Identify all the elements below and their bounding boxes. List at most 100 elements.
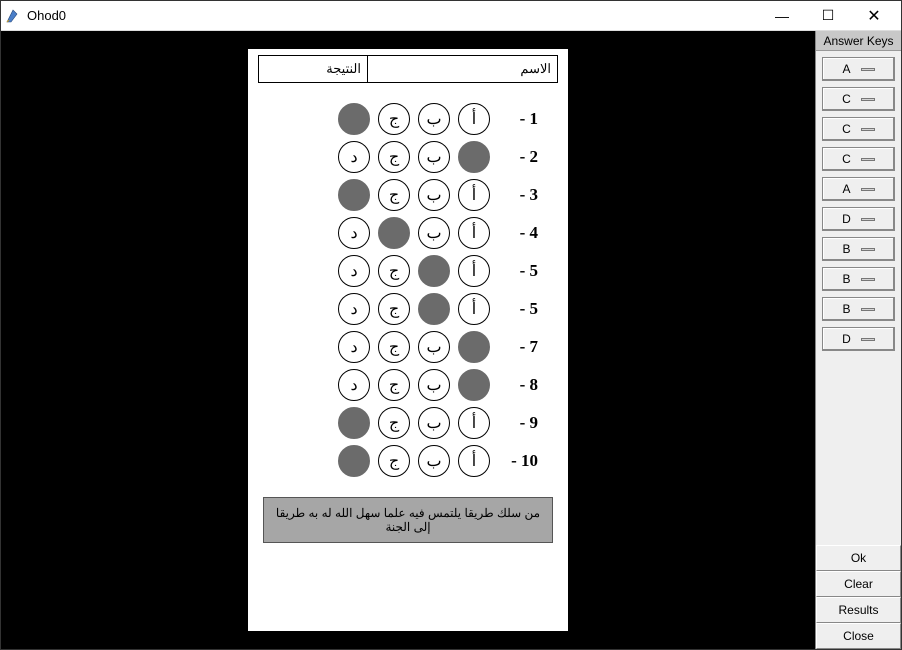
bubble-option[interactable]: ب: [418, 445, 450, 477]
bubble-option[interactable]: ب: [418, 407, 450, 439]
close-button[interactable]: ✕: [851, 1, 897, 31]
bubble-option[interactable]: ج: [378, 407, 410, 439]
row-number: - 8: [498, 375, 538, 395]
bubble-option[interactable]: ب: [418, 293, 450, 325]
bubble-option[interactable]: د: [338, 445, 370, 477]
bubble-row: دجبأ- 10: [278, 445, 538, 477]
bubble-option[interactable]: أ: [458, 293, 490, 325]
minimize-button[interactable]: —: [759, 1, 805, 31]
bubble-option[interactable]: أ: [458, 141, 490, 173]
bubble-option[interactable]: د: [338, 407, 370, 439]
bubble-option[interactable]: ج: [378, 331, 410, 363]
answer-key-label: B: [842, 272, 850, 286]
bubble-option[interactable]: ج: [378, 369, 410, 401]
bubble-option[interactable]: أ: [458, 103, 490, 135]
bubble-option[interactable]: ج: [378, 141, 410, 173]
bubble-row: دجبأ - 4: [278, 217, 538, 249]
answer-key-dropdown[interactable]: A: [822, 57, 895, 81]
answer-key-label: A: [842, 62, 850, 76]
bubble-option[interactable]: ب: [418, 369, 450, 401]
dropdown-icon: [861, 68, 875, 71]
bubble-option[interactable]: ج: [378, 293, 410, 325]
row-number: - 5: [498, 299, 538, 319]
content-area: النتيجة الاسم دجبأ- 1دجبأ- 2دجبأ- 3دجبأ-…: [1, 31, 901, 649]
name-cell: الاسم: [368, 55, 558, 83]
clear-button[interactable]: Clear: [816, 571, 901, 597]
bubble-option[interactable]: د: [338, 179, 370, 211]
results-button[interactable]: Results: [816, 597, 901, 623]
bubble-option[interactable]: د: [338, 293, 370, 325]
answer-key-dropdown[interactable]: B: [822, 297, 895, 321]
answer-key-label: C: [842, 92, 851, 106]
bubble-row: دجبأ- 7: [278, 331, 538, 363]
answer-key-dropdown[interactable]: B: [822, 267, 895, 291]
dropdown-icon: [861, 278, 875, 281]
row-number: - 4: [498, 223, 538, 243]
bubble-option[interactable]: أ: [458, 331, 490, 363]
answer-key-dropdown[interactable]: A: [822, 177, 895, 201]
close-action-button[interactable]: Close: [816, 623, 901, 649]
close-icon: ✕: [867, 6, 880, 26]
bubble-option[interactable]: أ: [458, 407, 490, 439]
bubble-option[interactable]: د: [338, 255, 370, 287]
bubble-row: دجبأ - 5: [278, 293, 538, 325]
row-number: - 9: [498, 413, 538, 433]
bubble-option[interactable]: ج: [378, 217, 410, 249]
answer-key-dropdown[interactable]: B: [822, 237, 895, 261]
row-number: - 1: [498, 109, 538, 129]
answer-key-label: D: [842, 332, 851, 346]
quote-box: من سلك طريقا يلتمس فيه علما سهل الله له …: [263, 497, 553, 543]
answer-key-label: D: [842, 212, 851, 226]
bubble-option[interactable]: د: [338, 369, 370, 401]
sheet-header: النتيجة الاسم: [258, 55, 558, 83]
bubble-option[interactable]: ب: [418, 103, 450, 135]
dropdown-icon: [861, 218, 875, 221]
app-icon: [5, 8, 21, 24]
bubble-option[interactable]: ب: [418, 179, 450, 211]
bubble-option[interactable]: د: [338, 217, 370, 249]
bubble-option[interactable]: أ: [458, 369, 490, 401]
bubble-option[interactable]: د: [338, 141, 370, 173]
bubble-option[interactable]: ب: [418, 217, 450, 249]
bubble-option[interactable]: ج: [378, 103, 410, 135]
bubble-row: دجبأ - 9: [278, 407, 538, 439]
answer-key-label: A: [842, 182, 850, 196]
bubble-row: دجبأ - 5: [278, 255, 538, 287]
sidebar-title: Answer Keys: [816, 31, 901, 51]
row-number: - 3: [498, 185, 538, 205]
bubble-row: دجبأ - 8: [278, 369, 538, 401]
bubble-option[interactable]: أ: [458, 445, 490, 477]
answer-key-dropdown[interactable]: D: [822, 327, 895, 351]
ok-button[interactable]: Ok: [816, 545, 901, 571]
dropdown-icon: [861, 158, 875, 161]
title-bar: Ohod0 — ☐ ✕: [1, 1, 901, 31]
bubble-row: دجبأ - 3: [278, 179, 538, 211]
minimize-icon: —: [775, 8, 789, 24]
dropdown-icon: [861, 248, 875, 251]
bubble-option[interactable]: ج: [378, 445, 410, 477]
row-number: - 2: [498, 147, 538, 167]
bubble-option[interactable]: أ: [458, 217, 490, 249]
bubble-option[interactable]: ج: [378, 179, 410, 211]
bubble-option[interactable]: أ: [458, 179, 490, 211]
bubble-option[interactable]: د: [338, 331, 370, 363]
answer-key-dropdown[interactable]: C: [822, 117, 895, 141]
bubble-option[interactable]: ج: [378, 255, 410, 287]
dropdown-icon: [861, 128, 875, 131]
answer-key-dropdown[interactable]: C: [822, 147, 895, 171]
bubble-option[interactable]: ب: [418, 255, 450, 287]
dropdown-icon: [861, 308, 875, 311]
bubble-option[interactable]: أ: [458, 255, 490, 287]
window-title: Ohod0: [27, 8, 66, 23]
row-number: - 5: [498, 261, 538, 281]
dropdown-icon: [861, 338, 875, 341]
bubble-option[interactable]: ب: [418, 331, 450, 363]
bubble-option[interactable]: د: [338, 103, 370, 135]
bubble-option[interactable]: ب: [418, 141, 450, 173]
canvas: النتيجة الاسم دجبأ- 1دجبأ- 2دجبأ- 3دجبأ-…: [1, 31, 815, 649]
maximize-button[interactable]: ☐: [805, 1, 851, 31]
bubble-row: دجبأ - 2: [278, 141, 538, 173]
answer-key-dropdown[interactable]: C: [822, 87, 895, 111]
answer-key-dropdown[interactable]: D: [822, 207, 895, 231]
dropdown-icon: [861, 98, 875, 101]
